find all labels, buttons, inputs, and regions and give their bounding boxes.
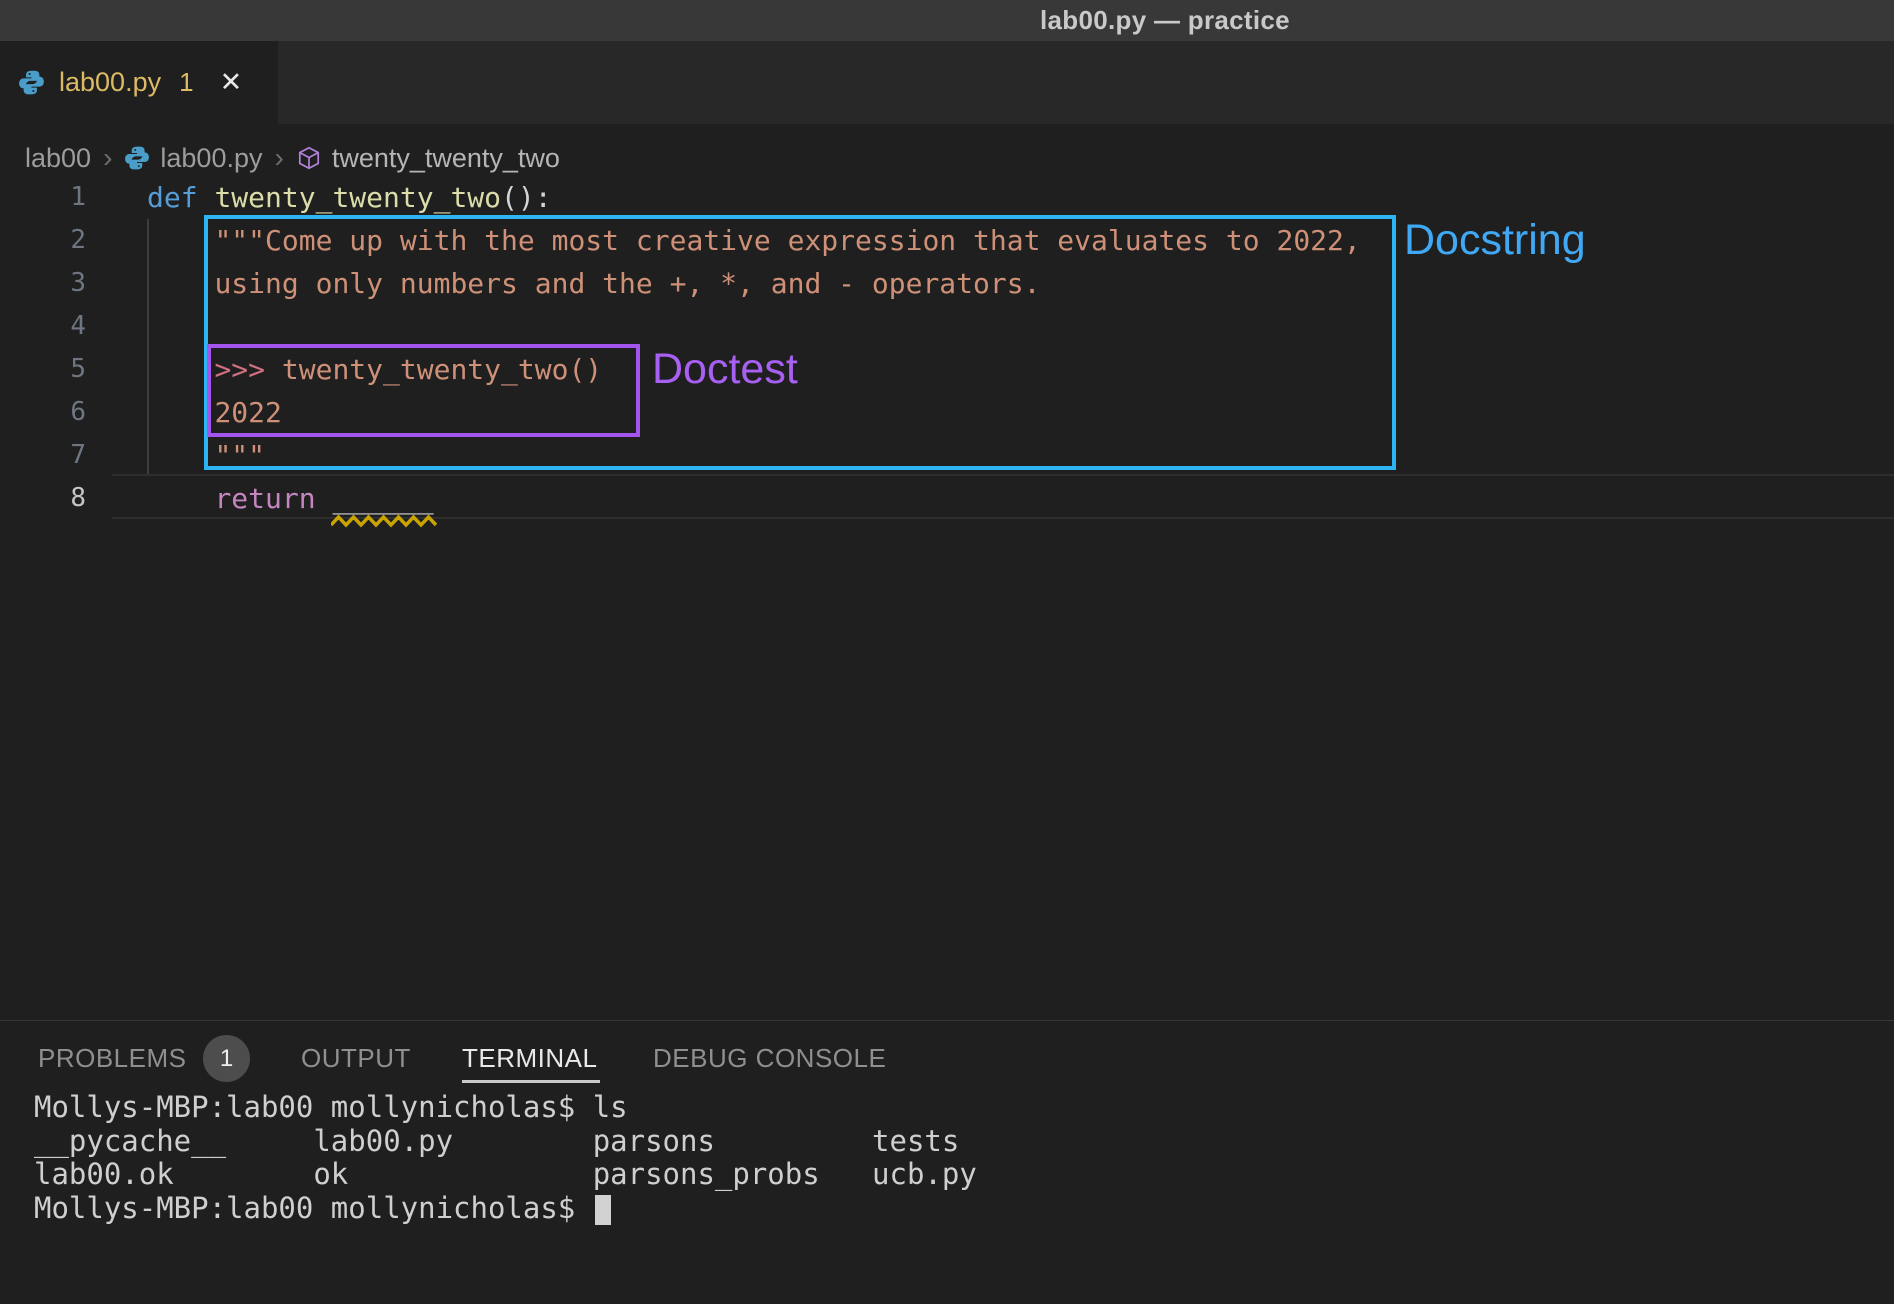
line-number[interactable]: 1	[0, 176, 86, 219]
terminal-output[interactable]: Mollys-MBP:lab00 mollynicholas$ ls__pyca…	[34, 1091, 977, 1225]
breadcrumb-item-lab00[interactable]: lab00	[25, 143, 91, 174]
panel-tab-output[interactable]: OUTPUT	[301, 1032, 411, 1084]
terminal-line: Mollys-MBP:lab00 mollynicholas$	[34, 1192, 977, 1226]
python-icon	[18, 69, 45, 96]
warning-squiggle	[331, 514, 437, 530]
line-number[interactable]: 5	[0, 348, 86, 391]
vscode-window: lab00.py — practice lab00.py 1 ✕ lab00 ›…	[0, 0, 1894, 1304]
editor-tab-strip: lab00.py 1 ✕	[0, 41, 1894, 124]
terminal-cursor	[595, 1195, 611, 1225]
tab-close-icon[interactable]: ✕	[220, 67, 243, 98]
title-bar: lab00.py — practice	[0, 0, 1894, 41]
line-number[interactable]: 4	[0, 305, 86, 348]
line-number[interactable]: 6	[0, 391, 86, 434]
doctest-annotation-label: Doctest	[652, 345, 798, 394]
tab-label: lab00.py	[59, 67, 161, 98]
window-title: lab00.py — practice	[1040, 0, 1290, 41]
doctest-annotation-box	[207, 344, 640, 437]
panel-tab-problems[interactable]: PROBLEMS	[38, 1032, 187, 1084]
docstring-annotation-label: Docstring	[1404, 216, 1586, 265]
tab-lab00py[interactable]: lab00.py 1 ✕	[0, 41, 278, 124]
symbol-cube-icon	[296, 145, 322, 171]
problems-count-badge: 1	[203, 1035, 250, 1082]
breadcrumb: lab00 › lab00.py › twenty_twenty_two	[25, 136, 1625, 180]
panel-divider	[0, 1020, 1894, 1021]
code-line: return ______	[147, 477, 1361, 520]
breadcrumb-separator: ›	[101, 142, 114, 174]
code-line: def twenty_twenty_two():	[147, 176, 1361, 219]
terminal-line: __pycache__ lab00.py parsons tests	[34, 1125, 977, 1159]
tab-modified-badge: 1	[179, 67, 193, 98]
python-icon	[124, 145, 150, 171]
panel-tab-debug-console[interactable]: DEBUG CONSOLE	[653, 1032, 886, 1084]
line-number[interactable]: 2	[0, 219, 86, 262]
breadcrumb-item-symbol[interactable]: twenty_twenty_two	[332, 143, 560, 174]
breadcrumb-item-lab00py[interactable]: lab00.py	[160, 143, 262, 174]
line-number[interactable]: 8	[0, 477, 86, 520]
breadcrumb-separator: ›	[273, 142, 286, 174]
editor-gutter[interactable]: 12345678	[0, 176, 86, 520]
active-panel-tab-underline	[462, 1080, 600, 1083]
panel-tab-bar: PROBLEMS OUTPUT TERMINAL DEBUG CONSOLE	[0, 1032, 1894, 1084]
line-number[interactable]: 3	[0, 262, 86, 305]
terminal-line: Mollys-MBP:lab00 mollynicholas$ ls	[34, 1091, 977, 1125]
panel-tab-terminal[interactable]: TERMINAL	[462, 1032, 597, 1084]
terminal-line: lab00.ok ok parsons_probs ucb.py	[34, 1158, 977, 1192]
line-number[interactable]: 7	[0, 434, 86, 477]
